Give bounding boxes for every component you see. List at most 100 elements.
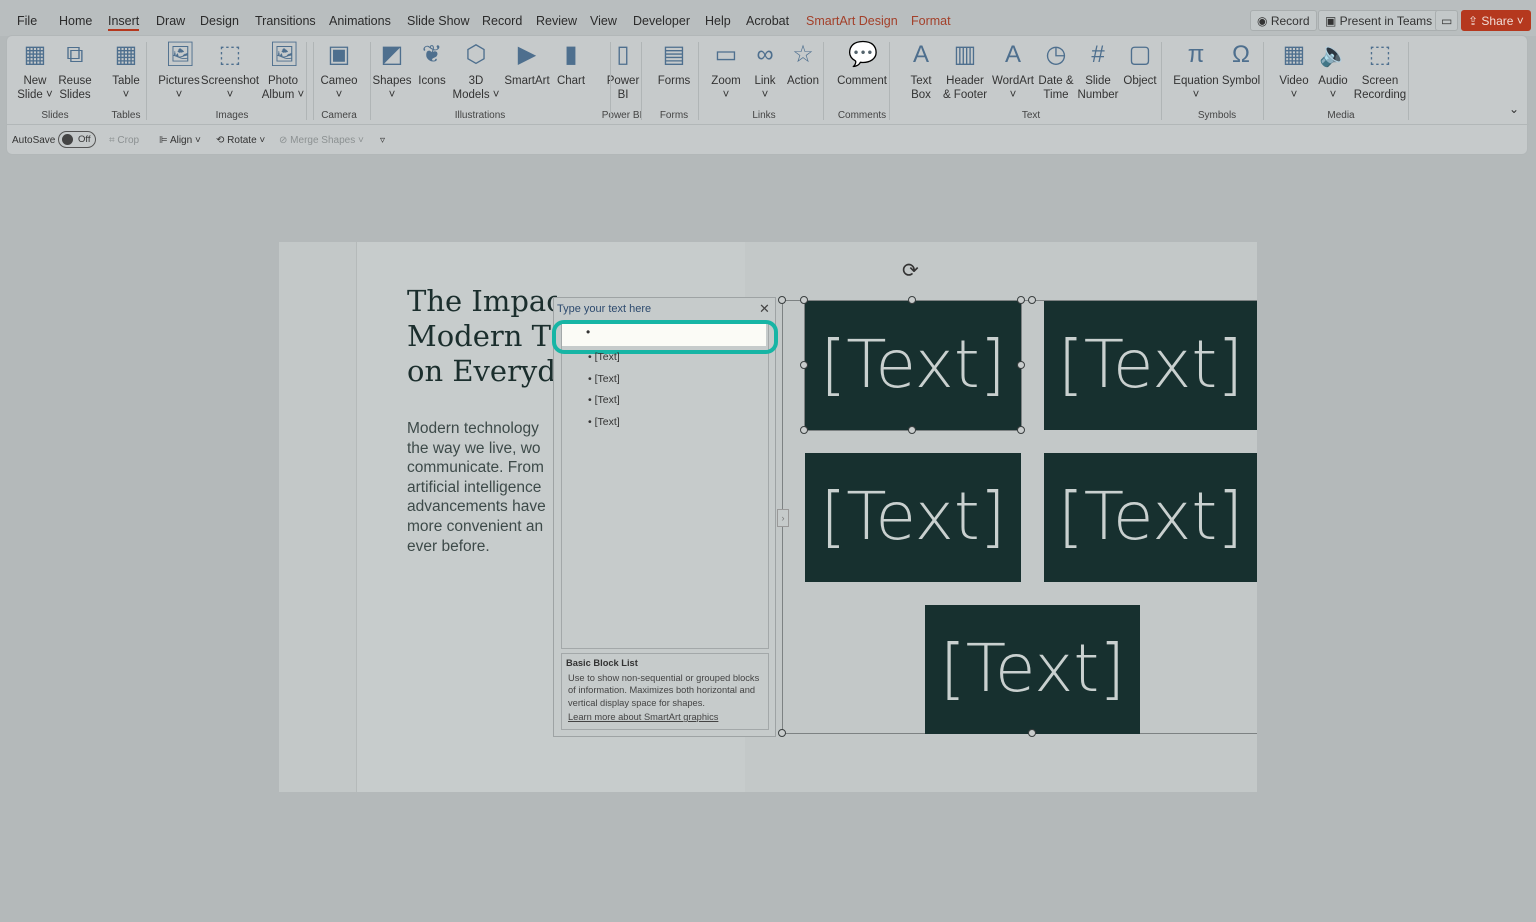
tab-transitions[interactable]: Transitions xyxy=(255,14,316,28)
merge-shapes-label: Merge Shapes ˅ xyxy=(290,135,364,146)
body-line: communicate. From xyxy=(407,459,544,477)
title-line: on Everyd xyxy=(407,354,556,388)
forms-icon: ▤ xyxy=(662,41,686,68)
body-line: advancements have xyxy=(407,498,546,516)
button-label: ˅ xyxy=(1192,89,1200,101)
tab-slide-show[interactable]: Slide Show xyxy=(407,14,470,28)
autosave-toggle[interactable]: Off xyxy=(58,131,96,148)
group-label: Forms xyxy=(659,110,689,121)
resize-handle[interactable] xyxy=(908,426,916,434)
cameo-icon: ▣ xyxy=(327,41,351,68)
tab-animations[interactable]: Animations xyxy=(329,14,391,28)
tab-file[interactable]: File xyxy=(17,14,37,28)
rotate-button[interactable]: ⟲ Rotate ˅ xyxy=(216,135,265,146)
button-label: BI xyxy=(617,89,629,101)
rotate-handle-icon[interactable]: ⟳ xyxy=(902,258,919,283)
comment-button[interactable]: 💬 Comment xyxy=(830,40,894,88)
merge-shapes-button[interactable]: ⊘ Merge Shapes ˅ xyxy=(279,135,364,146)
slide-title[interactable]: The Impact of Modern T on Everyd xyxy=(407,284,557,389)
slide-body[interactable]: Modern technology the way we live, wo comm… xyxy=(407,419,557,556)
group-separator xyxy=(313,42,314,120)
group-separator xyxy=(306,42,307,120)
symbol-icon: Ω xyxy=(1232,41,1250,68)
list-item[interactable]: • [Text] xyxy=(588,394,620,406)
item-text: [Text] xyxy=(594,351,620,363)
3d-models-icon: ⬡ xyxy=(465,41,487,68)
resize-handle[interactable] xyxy=(778,296,786,304)
smartart-block[interactable]: [Text] xyxy=(804,300,1022,431)
resize-handle[interactable] xyxy=(800,296,808,304)
record-button[interactable]: ◉ Record xyxy=(1250,10,1317,31)
group-separator xyxy=(610,42,611,120)
text-pane-toggle[interactable]: › xyxy=(777,509,789,527)
list-item[interactable]: • [Text] xyxy=(588,351,620,363)
reuse-slides-icon: ⧉ xyxy=(66,41,84,68)
text-pane-input[interactable]: • xyxy=(562,324,766,346)
smartart-block[interactable]: [Text] xyxy=(925,605,1140,734)
button-label: Screen xyxy=(1361,75,1399,87)
button-label: Number xyxy=(1077,89,1119,101)
body-line: the way we live, wo xyxy=(407,439,541,457)
tab-developer[interactable]: Developer xyxy=(633,14,690,28)
autosave-label: AutoSave xyxy=(12,135,56,146)
group-label: Camera xyxy=(321,110,357,121)
resize-handle[interactable] xyxy=(800,426,808,434)
tab-view[interactable]: View xyxy=(590,14,617,28)
tab-design[interactable]: Design xyxy=(200,14,239,28)
crop-button[interactable]: ⌗ Crop xyxy=(109,135,139,146)
tab-acrobat[interactable]: Acrobat xyxy=(746,14,789,28)
smartart-text-pane: Type your text here ✕ • • [Text] • [Text… xyxy=(552,297,778,737)
tab-record[interactable]: Record xyxy=(482,14,522,28)
pictures-icon: 🖼 xyxy=(165,41,196,68)
photo-album-icon: 🖼 xyxy=(269,41,300,68)
power-bi-icon: ▯ xyxy=(616,41,630,68)
smartart-block[interactable]: [Text] xyxy=(805,453,1021,582)
screen-recording-button[interactable]: ⬚ Screen Recording xyxy=(1348,40,1412,102)
button-label: Recording xyxy=(1353,89,1407,101)
align-button[interactable]: ⊫ Align ˅ xyxy=(159,135,201,146)
wordart-icon: A xyxy=(1004,41,1021,68)
title-line: Modern T xyxy=(407,319,551,353)
resize-handle[interactable] xyxy=(1017,361,1025,369)
resize-handle[interactable] xyxy=(1017,296,1025,304)
smartart-block[interactable]: [Text] xyxy=(1044,301,1257,430)
close-icon[interactable]: ✕ xyxy=(759,301,770,317)
table-icon: ▦ xyxy=(114,41,138,68)
comments-button[interactable]: ▭ xyxy=(1435,10,1459,31)
layout-info: Basic Block List Use to show non-sequent… xyxy=(561,653,769,730)
resize-handle[interactable] xyxy=(778,729,786,737)
body-line: ever before. xyxy=(407,537,490,555)
tab-format[interactable]: Format xyxy=(911,14,951,28)
learn-more-link[interactable]: Learn more about SmartArt graphics xyxy=(566,711,764,724)
layout-description: Use to show non-sequential or grouped bl… xyxy=(568,672,760,708)
action-button[interactable]: ☆ Action xyxy=(771,40,835,88)
object-button[interactable]: ▢ Object xyxy=(1108,40,1172,88)
resize-handle[interactable] xyxy=(908,296,916,304)
tab-smartart-design[interactable]: SmartArt Design xyxy=(806,14,898,28)
rotate-label: Rotate ˅ xyxy=(227,135,266,146)
group-label: Text xyxy=(1021,110,1041,121)
present-in-teams-button[interactable]: ▣ Present in Teams xyxy=(1318,10,1440,31)
button-label: Action xyxy=(787,75,819,87)
tab-home[interactable]: Home xyxy=(59,14,92,28)
group-separator xyxy=(641,42,642,120)
group-label: Illustrations xyxy=(454,110,506,121)
smartart-block[interactable]: [Text] xyxy=(1044,453,1257,582)
ribbon: AutoSave Off ⌗ Crop ⊫ Align ˅ ⟲ Rotate ˅… xyxy=(6,35,1529,155)
group-label: Links xyxy=(752,110,776,121)
tab-help[interactable]: Help xyxy=(705,14,731,28)
customize-toolbar-icon[interactable]: ▿ xyxy=(380,135,385,146)
list-item[interactable]: • [Text] xyxy=(588,416,620,428)
resize-handle[interactable] xyxy=(800,361,808,369)
resize-handle[interactable] xyxy=(1017,426,1025,434)
expand-ribbon-icon[interactable]: ⌄ xyxy=(1509,102,1519,116)
crop-label: Crop xyxy=(117,135,140,146)
resize-handle[interactable] xyxy=(1028,296,1036,304)
list-item[interactable]: • [Text] xyxy=(588,373,620,385)
share-button[interactable]: ⇪ Share ˅ xyxy=(1461,10,1531,31)
tab-draw[interactable]: Draw xyxy=(156,14,185,28)
resize-handle[interactable] xyxy=(1028,729,1036,737)
tab-insert[interactable]: Insert xyxy=(108,14,140,31)
tab-review[interactable]: Review xyxy=(536,14,577,28)
group-separator xyxy=(889,42,890,120)
